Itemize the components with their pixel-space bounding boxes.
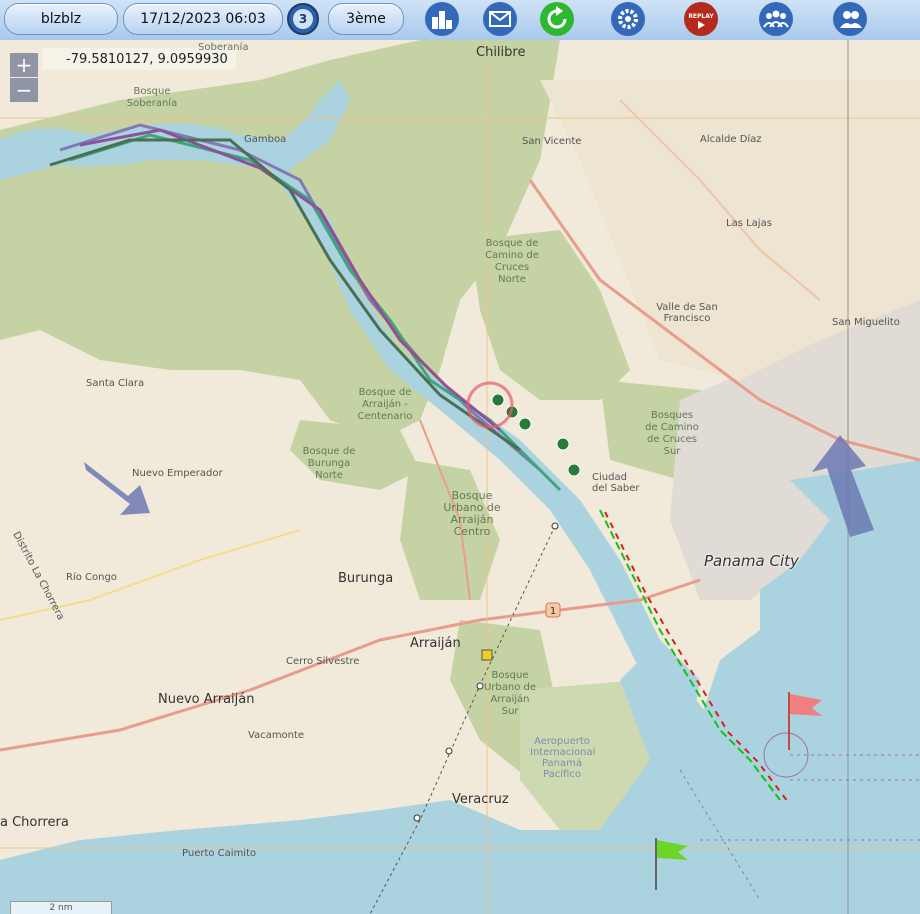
datetime-label: 17/12/2023 06:03 <box>140 11 266 27</box>
settings-icon[interactable] <box>610 1 646 37</box>
label-soberania-top: Soberanía <box>198 42 249 53</box>
label-nuevo-emperador: Nuevo Emperador <box>132 468 223 479</box>
zoom-in-button[interactable]: + <box>10 53 38 77</box>
label-bosque-urbano-arraijan-centro: Bosque Urbano de Arraiján Centro <box>443 489 501 538</box>
label-bosque-cruces-norte: Bosque de Camino de Cruces Norte <box>485 238 539 285</box>
label-chilibre: Chilibre <box>476 45 526 60</box>
label-panama-city: Panama City <box>704 552 799 570</box>
route-1-shield: 1 <box>550 606 556 617</box>
group-icon[interactable] <box>758 1 794 37</box>
datetime-button[interactable]: 17/12/2023 06:03 <box>123 3 283 35</box>
label-ciudad-del-saber: Ciudad del Saber <box>592 472 640 494</box>
replay-label: REPLAY <box>688 13 714 20</box>
label-bosque-cruces-sur: Bosques de Camino de Cruces Sur <box>645 410 699 457</box>
leaderboard-icon[interactable] <box>424 1 460 37</box>
refresh-icon[interactable] <box>539 1 575 37</box>
race-map[interactable]: 1 -79.5810127, 9.0959930 + − Chilibre So… <box>0 40 920 914</box>
rank-button[interactable]: 3ème <box>328 3 404 35</box>
label-alcalde-diaz: Alcalde Díaz <box>700 134 762 145</box>
label-valle-san-francisco: Valle de San Francisco <box>656 302 718 324</box>
label-bosque-burunga-norte: Bosque de Burunga Norte <box>302 446 356 481</box>
label-la-chorrera: a Chorrera <box>0 815 69 830</box>
username-label: blzblz <box>40 11 82 27</box>
zoom-out-button[interactable]: − <box>10 78 38 102</box>
label-vacamonte: Vacamonte <box>248 730 305 741</box>
rank-label: 3ème <box>346 11 386 27</box>
label-aeropuerto: Aeropuerto Internacional Panamá Pacífico <box>530 736 596 780</box>
scale-bar: 2 nm <box>10 901 112 914</box>
label-bosque-soberania: Bosque Soberanía <box>126 86 178 109</box>
zoom-in-label: + <box>15 53 33 77</box>
label-san-miguelito: San Miguelito <box>832 317 900 328</box>
profile-icon[interactable] <box>832 1 868 37</box>
label-arraijan: Arraiján <box>410 636 461 651</box>
label-nuevo-arraijan: Nuevo Arraiján <box>158 692 255 707</box>
label-cerro-silvestre: Cerro Silvestre <box>286 656 360 667</box>
label-gamboa: Gamboa <box>244 134 287 145</box>
label-burunga: Burunga <box>338 571 394 586</box>
mail-icon[interactable] <box>482 1 518 37</box>
zoom-out-label: − <box>15 78 33 102</box>
speed-badge: 3 <box>299 12 307 26</box>
top-toolbar: blzblz 17/12/2023 06:03 3 3ème REPLAY <box>0 0 920 40</box>
label-puerto-caimito: Puerto Caimito <box>182 848 257 859</box>
label-san-vicente: San Vicente <box>522 136 582 147</box>
label-veracruz: Veracruz <box>452 792 509 807</box>
label-santa-clara: Santa Clara <box>86 378 145 389</box>
label-rio-congo: Río Congo <box>66 572 117 583</box>
label-bosque-arraijan-centenario: Bosque de Arraiján - Centenario <box>357 387 413 422</box>
clock-icon[interactable]: 3 <box>285 1 321 37</box>
scale-label: 2 nm <box>49 903 73 913</box>
label-las-lajas: Las Lajas <box>726 218 772 229</box>
replay-icon[interactable]: REPLAY <box>683 1 719 37</box>
username-button[interactable]: blzblz <box>4 3 118 35</box>
label-bosque-urbano-arraijan-sur: Bosque Urbano de Arraiján Sur <box>483 670 537 717</box>
